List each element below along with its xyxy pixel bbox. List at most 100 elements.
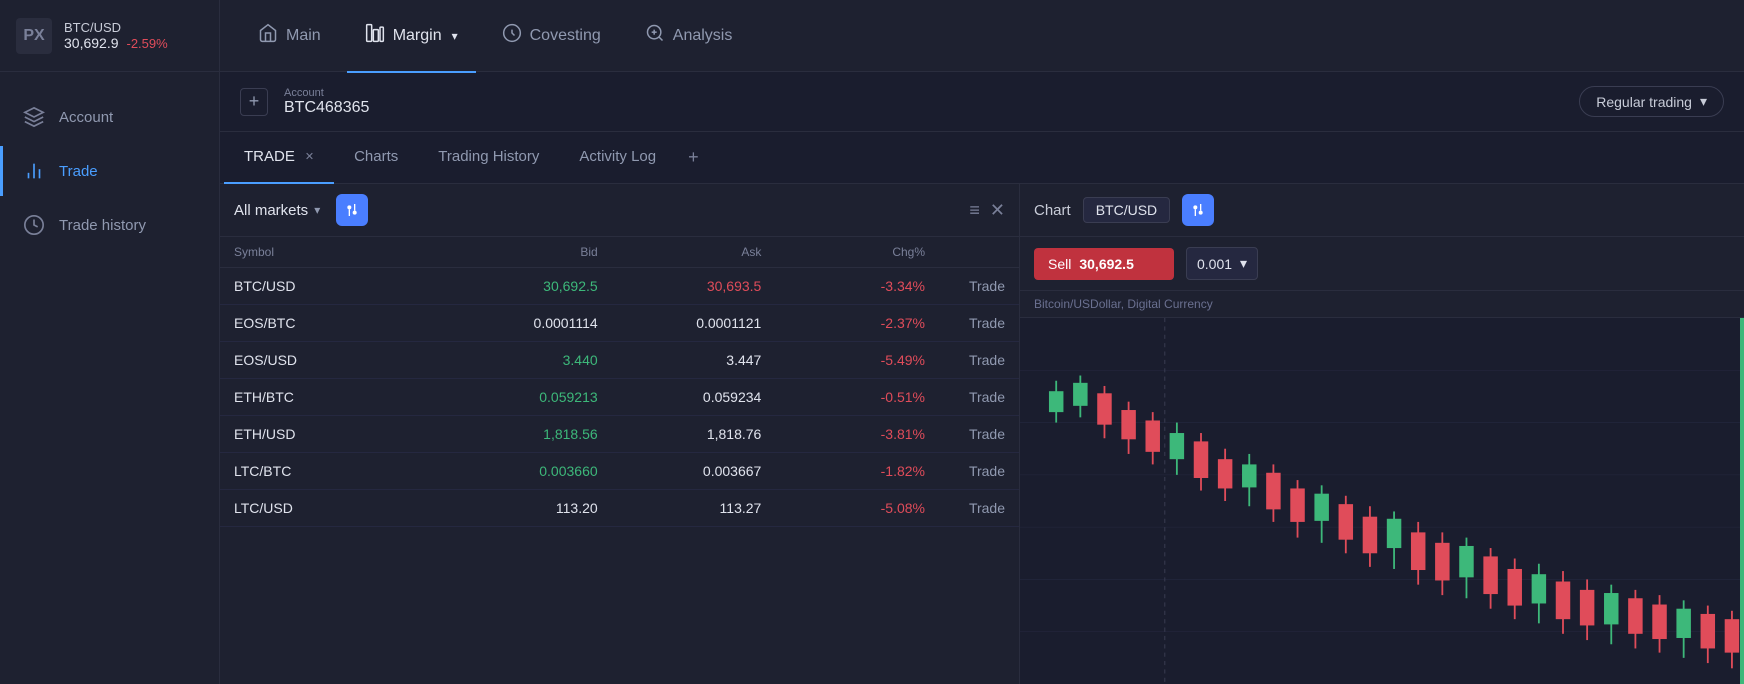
nav-item-analysis[interactable]: Analysis <box>627 15 751 56</box>
all-markets-label: All markets <box>234 202 308 219</box>
logo-price-value: 30,692.9 <box>64 35 119 51</box>
bid-4: 1,818.56 <box>434 426 598 442</box>
symbol-6: LTC/USD <box>234 500 434 516</box>
sidebar: PX BTC/USD 30,692.9 -2.59% Account <box>0 0 220 684</box>
col-symbol: Symbol <box>234 245 434 259</box>
sidebar-account-label: Account <box>59 109 113 126</box>
regular-trading-label: Regular trading <box>1596 94 1692 110</box>
market-panel-actions: ≡ ✕ <box>969 200 1005 221</box>
trade-btn-0[interactable]: Trade <box>925 278 1005 294</box>
account-add-button[interactable]: + <box>240 88 268 116</box>
tab-add-button[interactable]: + <box>676 132 711 184</box>
trade-btn-1[interactable]: Trade <box>925 315 1005 331</box>
bid-1: 0.0001114 <box>434 315 598 331</box>
trade-btn-5[interactable]: Trade <box>925 463 1005 479</box>
nav-item-main[interactable]: Main <box>240 15 339 56</box>
market-row[interactable]: LTC/USD 113.20 113.27 -5.08% Trade <box>220 490 1019 527</box>
col-bid: Bid <box>434 245 598 259</box>
chg-0: -3.34% <box>761 278 925 294</box>
tab-charts-label: Charts <box>354 148 398 165</box>
market-table-header: Symbol Bid Ask Chg% <box>220 237 1019 268</box>
trade-btn-6[interactable]: Trade <box>925 500 1005 516</box>
margin-dropdown-arrow: ▾ <box>452 29 458 43</box>
logo-symbol: BTC/USD <box>64 20 168 35</box>
market-row[interactable]: EOS/BTC 0.0001114 0.0001121 -2.37% Trade <box>220 305 1019 342</box>
regular-trading-button[interactable]: Regular trading ▾ <box>1579 86 1724 117</box>
nav-margin-label: Margin <box>393 27 442 45</box>
chart-symbol-text: BTC/USD <box>1096 202 1157 218</box>
chart-canvas <box>1020 318 1744 684</box>
menu-icon[interactable]: ≡ <box>969 200 980 221</box>
chart-symbol-badge[interactable]: BTC/USD <box>1083 197 1170 223</box>
col-ask: Ask <box>598 245 762 259</box>
nav-item-covesting[interactable]: Covesting <box>484 15 619 56</box>
nav-main-label: Main <box>286 27 321 45</box>
tab-trading-history-label: Trading History <box>438 148 539 165</box>
quantity-selector[interactable]: 0.001 ▾ <box>1186 247 1258 280</box>
tab-trade-label: TRADE <box>244 148 295 165</box>
ask-5: 0.003667 <box>598 463 762 479</box>
tab-activity-log-label: Activity Log <box>579 148 656 165</box>
trade-btn-2[interactable]: Trade <box>925 352 1005 368</box>
ask-0: 30,693.5 <box>598 278 762 294</box>
content-area: All markets ▾ ≡ ✕ <box>220 184 1744 684</box>
ask-3: 0.059234 <box>598 389 762 405</box>
all-markets-button[interactable]: All markets ▾ <box>234 202 320 219</box>
chart-subtitle: Bitcoin/USDollar, Digital Currency <box>1020 291 1744 318</box>
close-panel-icon[interactable]: ✕ <box>990 200 1005 221</box>
chart-panel: Chart BTC/USD Sell 30,692.5 <box>1020 184 1744 684</box>
account-label: Account <box>284 87 369 99</box>
market-panel-header: All markets ▾ ≡ ✕ <box>220 184 1019 237</box>
logo-price-row: 30,692.9 -2.59% <box>64 35 168 51</box>
tabs-bar: TRADE ✕ Charts Trading History Activity … <box>220 132 1744 184</box>
tab-close-icon[interactable]: ✕ <box>305 150 314 163</box>
symbol-3: ETH/BTC <box>234 389 434 405</box>
layers-icon <box>23 106 45 128</box>
sidebar-logo: PX BTC/USD 30,692.9 -2.59% <box>0 0 219 72</box>
chg-6: -5.08% <box>761 500 925 516</box>
candlestick-chart <box>1020 318 1744 684</box>
market-row[interactable]: BTC/USD 30,692.5 30,693.5 -3.34% Trade <box>220 268 1019 305</box>
tab-charts[interactable]: Charts <box>334 132 418 184</box>
home-icon <box>258 23 278 48</box>
tab-activity-log[interactable]: Activity Log <box>559 132 676 184</box>
nav-covesting-label: Covesting <box>530 27 601 45</box>
sidebar-item-trade[interactable]: Trade <box>0 146 219 196</box>
market-row[interactable]: LTC/BTC 0.003660 0.003667 -1.82% Trade <box>220 453 1019 490</box>
ask-4: 1,818.76 <box>598 426 762 442</box>
covesting-icon <box>502 23 522 48</box>
market-row[interactable]: ETH/BTC 0.059213 0.059234 -0.51% Trade <box>220 379 1019 416</box>
sell-button[interactable]: Sell 30,692.5 <box>1034 248 1174 280</box>
account-bar: + Account BTC468365 Regular trading ▾ <box>220 72 1744 132</box>
regular-trading-arrow: ▾ <box>1700 93 1707 110</box>
sidebar-nav: Account Trade Trade history <box>0 72 219 270</box>
analysis-icon <box>645 23 665 48</box>
col-chg: Chg% <box>761 245 925 259</box>
all-markets-arrow-icon: ▾ <box>314 203 320 217</box>
sidebar-item-trade-history[interactable]: Trade history <box>0 200 219 250</box>
market-row[interactable]: EOS/USD 3.440 3.447 -5.49% Trade <box>220 342 1019 379</box>
clock-icon <box>23 214 45 236</box>
chg-4: -3.81% <box>761 426 925 442</box>
bid-3: 0.059213 <box>434 389 598 405</box>
symbol-1: EOS/BTC <box>234 315 434 331</box>
tab-trading-history[interactable]: Trading History <box>418 132 559 184</box>
market-filter-button[interactable] <box>336 194 368 226</box>
tab-trade[interactable]: TRADE ✕ <box>224 132 334 184</box>
bid-0: 30,692.5 <box>434 278 598 294</box>
sidebar-item-account[interactable]: Account <box>0 92 219 142</box>
account-id: BTC468365 <box>284 99 369 117</box>
col-action <box>925 245 1005 259</box>
trade-btn-4[interactable]: Trade <box>925 426 1005 442</box>
nav-item-margin[interactable]: Margin ▾ <box>347 15 476 56</box>
bid-5: 0.003660 <box>434 463 598 479</box>
sell-price: 30,692.5 <box>1079 256 1134 272</box>
chart-filter-button[interactable] <box>1182 194 1214 226</box>
market-row[interactable]: ETH/USD 1,818.56 1,818.76 -3.81% Trade <box>220 416 1019 453</box>
sell-label: Sell <box>1048 256 1071 272</box>
sidebar-trade-label: Trade <box>59 163 98 180</box>
trade-btn-3[interactable]: Trade <box>925 389 1005 405</box>
symbol-4: ETH/USD <box>234 426 434 442</box>
market-table: BTC/USD 30,692.5 30,693.5 -3.34% Trade E… <box>220 268 1019 684</box>
market-panel: All markets ▾ ≡ ✕ <box>220 184 1020 684</box>
